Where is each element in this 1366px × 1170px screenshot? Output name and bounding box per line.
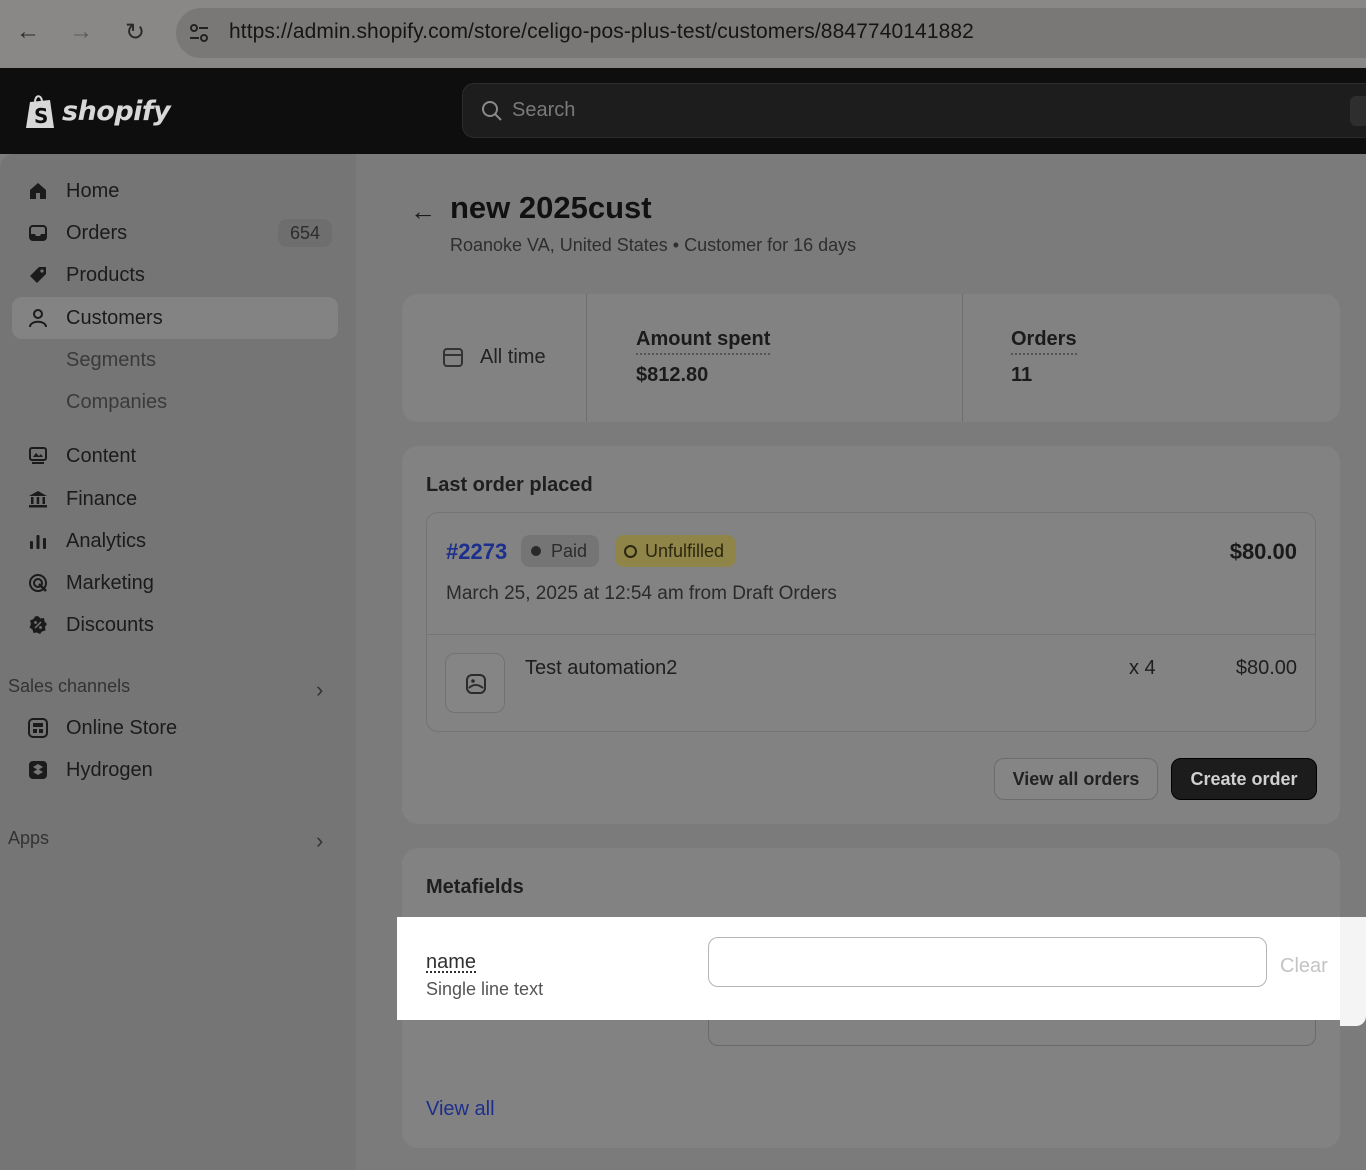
fulfillment-status-badge: Unfulfilled [615,535,737,567]
last-order-heading: Last order placed [426,474,593,496]
sidebar-item-label: Companies [66,390,168,413]
orders-count-value: 11 [1011,364,1033,386]
inbox-icon [26,222,50,244]
sidebar-item-label: Marketing [66,571,154,594]
calendar-icon[interactable] [442,346,464,368]
admin-topbar: S shopify Search [0,68,1366,154]
payment-status-badge: Paid [521,535,600,567]
line-item-quantity: x 4 [1129,657,1156,679]
view-all-metafields-link[interactable]: View all [426,1098,495,1121]
sidebar-item-label: Analytics [66,529,147,552]
target-icon [26,572,50,594]
browser-toolbar: ← → ↻ https://admin.shopify.com/store/ce… [0,0,1366,68]
sidebar-item-hydrogen[interactable]: Hydrogen [12,749,338,791]
back-arrow-icon[interactable]: ← [12,16,44,48]
bar-chart-icon [26,530,50,552]
divider [427,634,1315,635]
line-item-price: $80.00 [1235,657,1297,679]
sidebar-item-products[interactable]: Products [12,254,338,296]
sidebar-item-label: Segments [66,348,157,371]
sidebar-item-finance[interactable]: Finance [12,478,338,520]
highlight-edge [1340,917,1366,1026]
sidebar-item-label: Customers [66,306,163,329]
orders-count-badge: 654 [277,219,332,247]
metafield-name-label[interactable]: name [426,951,476,974]
order-date: March 25, 2025 at 12:54 am from Draft Or… [446,583,837,604]
apps-label[interactable]: Apps [8,828,49,849]
clear-button[interactable]: Clear [1280,955,1328,978]
sidebar-item-label: Finance [66,487,138,510]
url-text[interactable]: https://admin.shopify.com/store/celigo-p… [229,20,974,44]
view-all-orders-button[interactable]: View all orders [994,758,1158,800]
date-range-selector[interactable]: All time [480,346,546,369]
sidebar-item-orders[interactable]: Orders 654 [12,212,338,254]
divider [586,294,587,422]
svg-text:S: S [34,104,48,128]
sidebar-item-companies[interactable]: Companies [12,381,338,423]
shopify-bag-icon: S [26,95,54,128]
content-icon [26,445,50,467]
search-placeholder[interactable]: Search [512,99,575,122]
sidebar-item-label: Discounts [66,613,154,636]
customer-stats-card: All time Amount spent $812.80 Orders 11 [402,294,1340,422]
last-order-card: Last order placed #2273 Paid Unfulfilled… [402,446,1340,824]
sidebar-item-home[interactable]: Home [12,170,338,212]
order-total: $80.00 [1229,539,1297,564]
tag-icon [26,264,50,286]
reload-icon[interactable]: ↻ [119,16,151,48]
divider [962,294,963,422]
customer-subtitle: Roanoke VA, United States • Customer for… [450,235,857,255]
store-icon [26,717,50,739]
page-title: new 2025cust [450,190,652,225]
line-item-name[interactable]: Test automation2 [525,657,677,680]
forward-arrow-icon[interactable]: → [65,16,97,48]
sidebar-item-segments[interactable]: Segments [12,339,338,381]
product-thumbnail[interactable] [445,653,505,713]
sidebar-item-analytics[interactable]: Analytics [12,520,338,562]
metafields-heading: Metafields [426,876,524,898]
address-bar[interactable]: https://admin.shopify.com/store/celigo-p… [176,8,1366,58]
order-summary: #2273 Paid Unfulfilled $80.00 March 25, … [426,512,1316,732]
metafield-type-label: Single line text [426,979,544,999]
sidebar-item-label: Products [66,263,145,286]
sidebar-item-content[interactable]: Content [12,435,338,477]
person-icon [26,307,50,329]
sidebar-item-marketing[interactable]: Marketing [12,562,338,604]
keyboard-shortcut-hint [1350,96,1366,126]
order-number-link[interactable]: #2273 [446,539,507,565]
metafield-row-name: name Single line text Clear [397,917,1340,1020]
amount-spent-label[interactable]: Amount spent [636,328,771,355]
search-bar[interactable]: Search [462,83,1366,138]
bank-icon [26,488,50,510]
site-settings-icon[interactable] [186,20,212,46]
image-placeholder-icon [466,674,486,694]
sidebar-item-label: Online Store [66,716,178,739]
create-order-button[interactable]: Create order [1171,758,1317,800]
shopify-logo[interactable]: S shopify [24,90,171,132]
back-arrow-icon[interactable]: ← [410,196,436,227]
hydrogen-icon [26,759,50,781]
search-icon [482,101,502,121]
sidebar-item-label: Hydrogen [66,758,153,781]
orders-count-label[interactable]: Orders [1011,328,1077,355]
amount-spent-value: $812.80 [636,364,709,386]
sidebar-item-label: Home [66,179,120,202]
sidebar-item-label: Content [66,444,137,467]
home-icon [26,180,50,202]
sidebar-item-online-store[interactable]: Online Store [12,707,338,749]
chevron-right-icon[interactable]: › [316,828,323,854]
discount-icon [26,614,50,636]
sidebar-item-discounts[interactable]: Discounts [12,604,338,646]
sidebar-item-label: Orders [66,221,128,244]
sidebar-item-customers[interactable]: Customers [12,297,338,339]
chevron-right-icon[interactable]: › [316,677,323,703]
metafield-name-input[interactable] [708,937,1267,987]
shopify-wordmark: shopify [62,95,171,127]
sales-channels-label[interactable]: Sales channels [8,676,130,697]
